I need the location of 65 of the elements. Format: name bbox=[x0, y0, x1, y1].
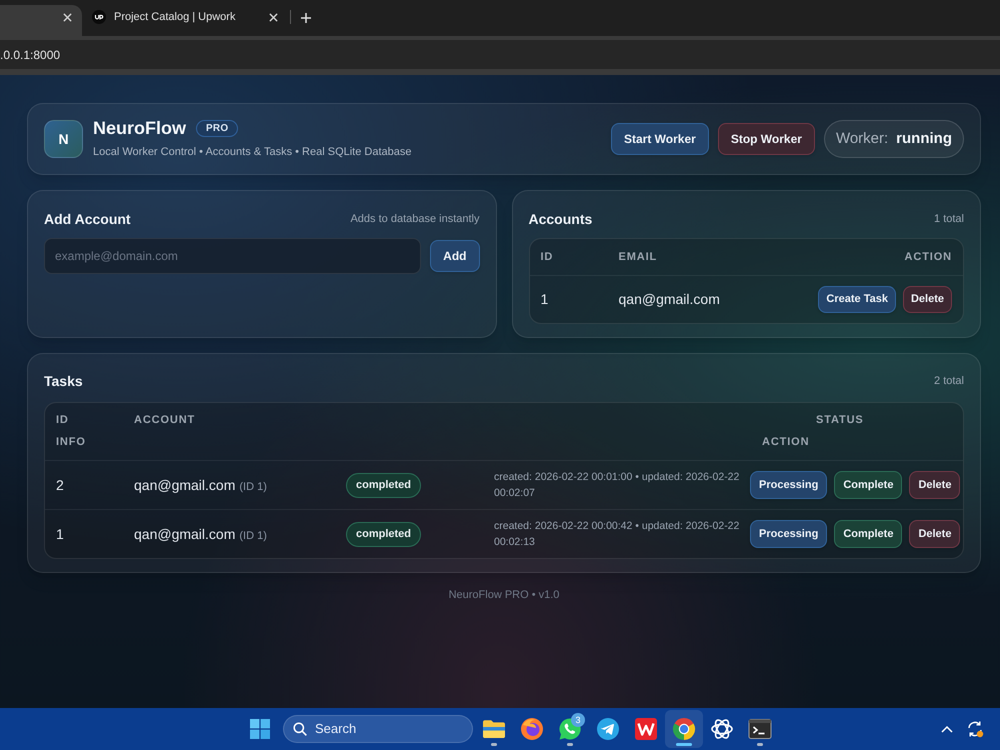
item-count: 1 total bbox=[934, 212, 964, 227]
circle-logo-icon bbox=[92, 10, 106, 24]
four-squares-icon[interactable] bbox=[250, 719, 270, 739]
taskbar-search[interactable]: Search bbox=[283, 715, 473, 743]
status-value: running bbox=[896, 128, 952, 149]
app-title: NeuroFlow bbox=[93, 117, 186, 140]
card-title: Add Account bbox=[44, 210, 131, 228]
chevron-up-icon[interactable] bbox=[941, 725, 953, 733]
worker-button[interactable]: Start Worker bbox=[611, 123, 709, 155]
paper-plane-icon bbox=[596, 717, 620, 741]
column-header: STATUS bbox=[816, 412, 864, 428]
column-header: ID bbox=[56, 412, 69, 428]
table-cell-text: 1 bbox=[56, 524, 65, 544]
email-input[interactable]: example@domain.com bbox=[44, 238, 422, 274]
app-logo: N bbox=[44, 120, 83, 158]
column-header: EMAIL bbox=[618, 250, 658, 265]
row-action-button[interactable]: Delete bbox=[909, 520, 960, 548]
add-button[interactable]: Add bbox=[430, 240, 480, 272]
item-count: 2 total bbox=[934, 374, 964, 389]
folder-icon bbox=[482, 717, 506, 741]
taskbar-button[interactable] bbox=[665, 710, 703, 748]
row-action-button[interactable]: Delete bbox=[909, 471, 960, 499]
browser-tab[interactable]: Project Catalog | Upwork bbox=[82, 5, 290, 36]
atom-icon bbox=[710, 717, 734, 741]
table-cell-text: qan@gmail.com bbox=[618, 290, 721, 309]
table-cell-text: 2 bbox=[56, 476, 65, 494]
sync-icon[interactable] bbox=[966, 720, 984, 738]
card-title: Tasks bbox=[44, 372, 83, 390]
close-icon[interactable] bbox=[269, 12, 278, 22]
worker-button[interactable]: Stop Worker bbox=[718, 123, 815, 155]
account-id-note: (ID 1) bbox=[239, 480, 267, 494]
account-email: qan@gmail.com bbox=[134, 476, 236, 495]
status-badge: completed bbox=[346, 472, 422, 498]
row-action-button[interactable]: Complete bbox=[834, 520, 902, 548]
notification-badge: 3 bbox=[571, 713, 585, 727]
row-action-button[interactable]: Create Task bbox=[818, 286, 896, 313]
search-icon bbox=[293, 722, 307, 736]
column-header: ACTION bbox=[904, 250, 952, 265]
table-cell-text: 1 bbox=[540, 290, 550, 309]
row-action-button[interactable]: Complete bbox=[834, 471, 902, 499]
address-bar[interactable]: .0.0.1:8000 bbox=[0, 40, 1000, 69]
segmented-circle-icon bbox=[672, 717, 696, 741]
close-icon[interactable] bbox=[63, 12, 72, 22]
task-info: created: 2026-02-22 00:01:00 • updated: 2026-02-22 00:02:07 bbox=[494, 470, 740, 501]
task-info: created: 2026-02-22 00:00:42 • updated: 2026-02-22 00:02:13 bbox=[494, 519, 740, 550]
status-label: Worker: bbox=[836, 128, 888, 149]
flame-globe-icon bbox=[520, 717, 544, 741]
app-subtitle: Local Worker Control • Accounts & Tasks • Real SQLite Database bbox=[93, 145, 412, 160]
terminal-icon bbox=[748, 717, 772, 741]
card-title: Accounts bbox=[528, 210, 592, 228]
new-tab-icon[interactable] bbox=[301, 13, 311, 23]
zigzag-tile-icon bbox=[634, 717, 658, 741]
account-id-note: (ID 1) bbox=[239, 528, 267, 544]
status-badge: completed bbox=[346, 522, 422, 546]
column-header: ID bbox=[540, 250, 554, 265]
column-header: ACCOUNT bbox=[134, 412, 196, 428]
card-hint: Adds to database instantly bbox=[350, 212, 480, 227]
row-action-button[interactable]: Processing bbox=[750, 471, 828, 499]
row-action-button[interactable]: Delete bbox=[902, 286, 952, 313]
row-action-button[interactable]: Processing bbox=[750, 520, 828, 548]
plan-badge: PRO bbox=[196, 120, 238, 137]
column-header: ACTION bbox=[762, 434, 810, 450]
column-header: INFO bbox=[56, 434, 86, 450]
footer-text: NeuroFlow PRO • v1.0 bbox=[448, 588, 560, 602]
account-email: qan@gmail.com bbox=[134, 524, 236, 544]
